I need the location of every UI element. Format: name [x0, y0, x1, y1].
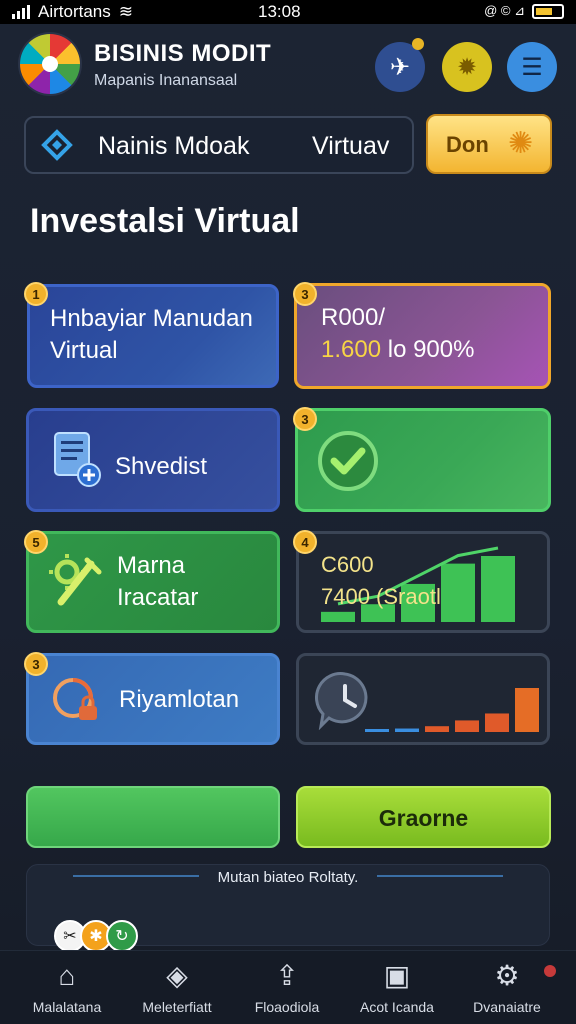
card-1-badge: 1 [24, 282, 48, 306]
chart-bar [515, 688, 539, 732]
plane-icon: ✈ [389, 53, 411, 81]
document-plus-icon [54, 432, 101, 487]
bottom-nav: ⌂ Malalatana ◈ Meleterfiatt ⇪ Floaodiola… [0, 950, 576, 1024]
signal-icon [12, 5, 30, 19]
card-confirmed[interactable] [295, 408, 551, 512]
settings-button[interactable]: ✹ [442, 42, 492, 92]
search-icon-graphic [41, 129, 73, 161]
cta-label: Don [446, 132, 489, 157]
status-right-text: @ © ⊿ [484, 3, 525, 18]
card-5-line2: Iracatar [117, 584, 199, 611]
sun-icon: ✹ [456, 53, 478, 81]
check-circle-icon [318, 431, 378, 491]
nav-item-home[interactable]: ⌂ Malalatana [12, 959, 122, 1015]
card-2-line2: 1.600 lo 900% [321, 334, 474, 366]
menu-icon: ☰ [521, 53, 543, 81]
card-invest[interactable]: Shvedist [26, 408, 280, 512]
card-virtual-payment[interactable]: Hnbayiar Manudan Virtual [27, 284, 279, 388]
chart-bar [365, 729, 389, 732]
chart-bar [455, 720, 479, 732]
bar-chart [365, 688, 539, 732]
nav-label-home: Malalatana [32, 999, 102, 1015]
card-6-badge: 4 [293, 530, 317, 554]
lock-pie-icon [53, 678, 97, 720]
avatar-chips: ✂ ✱ ↻ [54, 920, 138, 952]
search-label: Nainis Mdoak [98, 132, 250, 160]
status-bar: Airtortans ≋ 13:08 @ © ⊿ [0, 0, 576, 24]
nav-item-board[interactable]: ▣ Acot Icanda [342, 959, 452, 1015]
card-tracker[interactable]: Marna Iracatar [26, 531, 280, 633]
nav-notification-dot [544, 965, 556, 977]
primary-button[interactable] [26, 786, 280, 848]
tag-icon: ◈ [166, 960, 188, 991]
card-2-line1: R000/ [321, 304, 386, 331]
battery-icon [532, 3, 564, 19]
section-title: Investalsi Virtual [30, 202, 300, 240]
status-time: 13:08 [258, 2, 301, 21]
nav-item-tag[interactable]: ◈ Meleterfiatt [122, 959, 232, 1015]
cog-icon: ⚙ [494, 960, 520, 991]
chart-bar [425, 726, 449, 732]
card-2-badge: 3 [293, 282, 317, 306]
refresh-chip-icon: ↻ [106, 920, 138, 952]
card-6-line2: 7400 (Sraotl [321, 584, 441, 609]
secondary-button-label: Graorne [378, 805, 469, 831]
card-4-badge: 3 [293, 407, 317, 431]
card-bar-chart[interactable] [296, 653, 550, 745]
card-1-line2: Virtual [50, 337, 118, 364]
card-1-line1: Hnbayiar Manudan [50, 305, 253, 332]
gear-icon: ✺ [508, 127, 534, 160]
carrier-name: Airtortans [38, 2, 111, 21]
search-suffix: Virtuav [312, 132, 390, 160]
cta-button[interactable]: Don ✺ [426, 114, 552, 174]
card-2-accent-value: 1.600 [321, 336, 382, 363]
card-5-badge: 5 [24, 530, 48, 554]
growth-bar [321, 611, 355, 622]
card-5-line1: Marna [117, 552, 186, 579]
card-6-line1: C600 [321, 552, 374, 577]
app-header: BISINIS MODIT Mapanis Inanansaal ✈ ✹ ☰ [20, 34, 560, 100]
chart-bar [485, 713, 509, 732]
nav-label-board: Acot Icanda [360, 999, 434, 1015]
app-title: BISINIS MODIT [94, 40, 272, 67]
status-left: Airtortans ≋ [12, 2, 133, 22]
share-icon: ⇪ [275, 960, 299, 991]
wifi-icon: ≋ [118, 2, 133, 21]
info-panel-text: Mutan biateo Roltaty. [217, 869, 359, 886]
secondary-button[interactable]: Graorne [296, 786, 551, 848]
card-2-rest: lo 900% [381, 336, 475, 363]
nav-item-share[interactable]: ⇪ Floaodiola [232, 959, 342, 1015]
nav-label-tag: Meleterfiatt [142, 999, 212, 1015]
status-right: @ © ⊿ [484, 3, 564, 19]
card-reports[interactable]: Riyamlotan [26, 653, 280, 745]
card-7-label: Riyamlotan [119, 686, 240, 713]
nav-label-share: Floaodiola [254, 999, 320, 1015]
tools-icon [49, 554, 102, 606]
growth-bar [441, 563, 475, 622]
nav-label-settings: Dvanaiatre [473, 999, 541, 1015]
search-bar[interactable]: Nainis Mdoak Virtuav [24, 116, 414, 174]
home-icon: ⌂ [58, 960, 76, 991]
chart-bar [395, 728, 419, 732]
card-3-label: Shvedist [115, 453, 208, 480]
search-icon [40, 128, 74, 162]
app-logo [20, 34, 80, 94]
card-growth-chart[interactable]: C600 7400 (Sraotl [296, 531, 550, 633]
growth-bar [481, 556, 515, 622]
app-subtitle: Mapanis Inanansaal [94, 72, 238, 89]
card-7-badge: 3 [24, 652, 48, 676]
board-icon: ▣ [383, 960, 411, 991]
notification-dot [412, 38, 424, 50]
menu-button[interactable]: ☰ [507, 42, 557, 92]
card-returns[interactable]: R000/ 1.600 lo 900% [294, 283, 551, 389]
